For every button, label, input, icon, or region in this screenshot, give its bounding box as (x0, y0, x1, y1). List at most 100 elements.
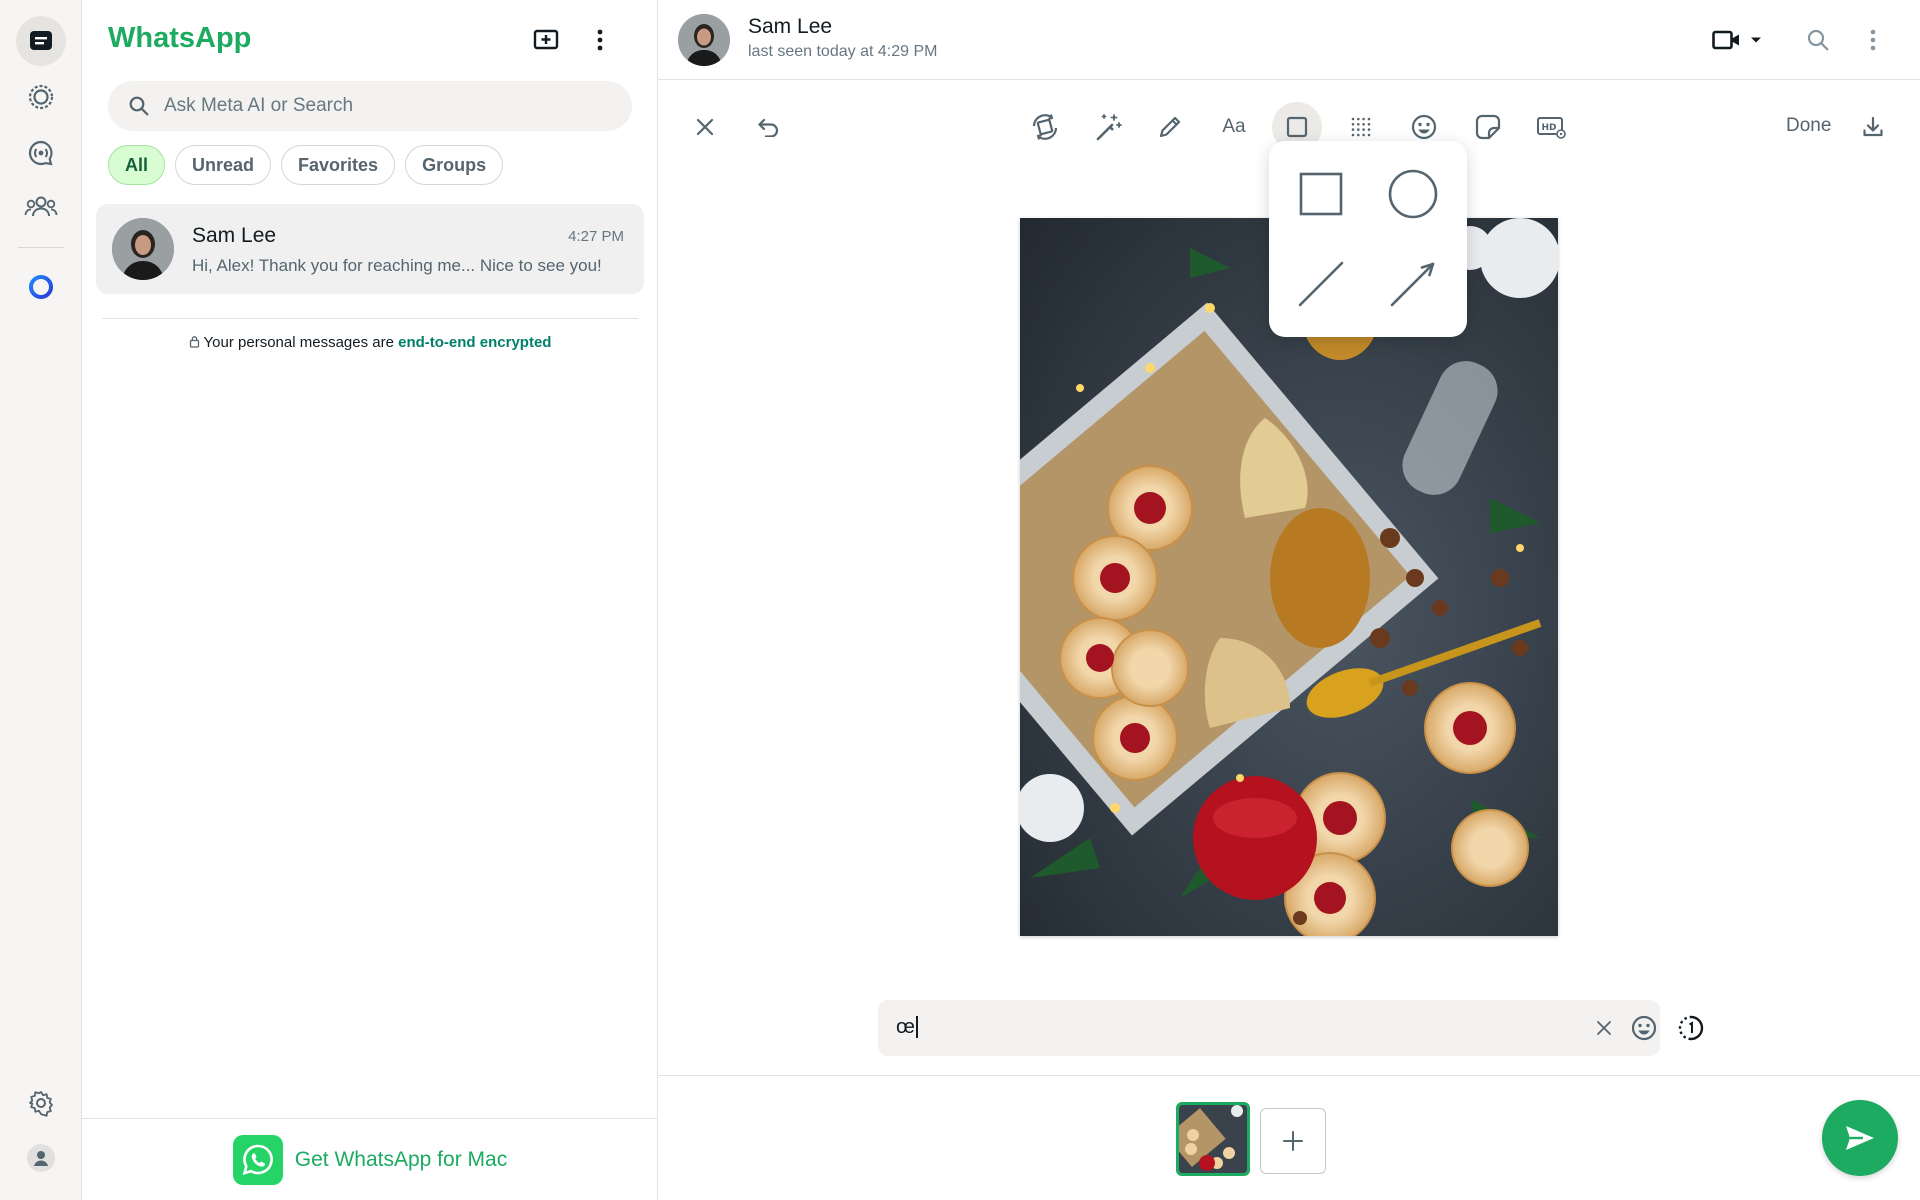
header-avatar-image (678, 14, 730, 66)
get-mac-app-label: Get WhatsApp for Mac (294, 1147, 508, 1171)
text-tool-icon: Aa (1222, 116, 1246, 137)
search-bar[interactable] (108, 81, 632, 131)
video-call-button[interactable] (1702, 18, 1772, 62)
filter-chips: All Unread Favorites Groups (108, 145, 504, 185)
view-once-icon (1678, 1015, 1704, 1041)
more-vertical-icon (597, 29, 603, 51)
pencil-icon (1159, 116, 1181, 138)
done-button[interactable]: Done (1786, 115, 1831, 137)
magic-wand-tool[interactable] (1082, 102, 1132, 152)
caption-text: œ (896, 1016, 918, 1038)
conversation-pane: Sam Lee last seen today at 4:29 PM Aa HD… (658, 0, 1920, 1200)
caption-input[interactable]: œ (878, 1000, 1660, 1056)
rail-meta-ai-button[interactable] (16, 262, 66, 312)
media-editor: Aa HD Done œ (658, 81, 1920, 1075)
header-avatar[interactable] (678, 14, 730, 66)
selected-media-thumbnail[interactable] (1176, 1102, 1250, 1176)
undo-button[interactable] (744, 102, 794, 152)
sticker-icon (1475, 114, 1501, 140)
shape-picker-popover (1269, 141, 1467, 337)
rail-settings-button[interactable] (16, 1078, 66, 1128)
gear-icon (29, 1091, 53, 1117)
avatar (112, 218, 174, 280)
encryption-link[interactable]: end-to-end encrypted (398, 334, 551, 351)
text-tool[interactable]: Aa (1209, 102, 1259, 152)
new-chat-button[interactable] (524, 18, 568, 62)
line-icon (1298, 261, 1344, 307)
chat-list-item[interactable]: Sam Lee 4:27 PM Hi, Alex! Thank you for … (96, 204, 644, 294)
communities-icon (24, 196, 58, 217)
channels-icon (28, 140, 53, 166)
emoji-icon (1631, 1015, 1657, 1041)
shape-square-option[interactable] (1286, 159, 1356, 229)
meta-ai-icon (29, 275, 53, 299)
draw-tool[interactable] (1145, 102, 1195, 152)
filter-chip-groups[interactable]: Groups (405, 145, 504, 185)
caption-emoji-button[interactable] (1622, 1006, 1666, 1050)
svg-text:HD: HD (1542, 123, 1557, 133)
undo-icon (758, 118, 779, 137)
send-icon (1846, 1126, 1874, 1150)
rail-chats-button[interactable] (16, 16, 66, 66)
send-button[interactable] (1822, 1100, 1898, 1176)
chat-name: Sam Lee (192, 224, 277, 247)
lock-icon (189, 336, 199, 348)
crop-rotate-icon (1032, 114, 1058, 140)
view-once-button[interactable] (1669, 1006, 1713, 1050)
filter-chip-unread[interactable]: Unread (175, 145, 272, 185)
close-icon (1597, 1021, 1611, 1035)
shape-line-option[interactable] (1286, 249, 1356, 319)
shape-arrow-option[interactable] (1378, 249, 1448, 319)
chat-list-panel: WhatsApp All Unread Favorites Groups Sam… (82, 0, 658, 1200)
chevron-down-icon (1751, 37, 1761, 43)
rail-communities-button[interactable] (16, 182, 66, 232)
sticker-tool[interactable] (1463, 102, 1513, 152)
list-menu-button[interactable] (578, 18, 622, 62)
header-menu-button[interactable] (1851, 18, 1895, 62)
header-last-seen: last seen today at 4:29 PM (748, 43, 938, 60)
filter-chip-all[interactable]: All (108, 145, 166, 185)
more-vertical-icon (1870, 29, 1876, 51)
rail-separator (18, 247, 64, 248)
rail-channels-button[interactable] (16, 128, 66, 178)
get-mac-app-banner[interactable]: Get WhatsApp for Mac (82, 1118, 658, 1200)
profile-icon (27, 1144, 55, 1172)
square-outline-icon (1299, 172, 1343, 216)
header-search-button[interactable] (1796, 18, 1840, 62)
video-camera-icon (1712, 30, 1739, 50)
chat-header: Sam Lee last seen today at 4:29 PM (658, 0, 1920, 80)
close-editor-button[interactable] (680, 102, 730, 152)
encryption-text: Your personal messages are (203, 334, 399, 351)
search-input[interactable] (164, 95, 584, 117)
filter-chip-favorites[interactable]: Favorites (281, 145, 396, 185)
clear-caption-button[interactable] (1582, 1006, 1626, 1050)
plus-icon (1283, 1131, 1303, 1151)
magic-wand-icon (1096, 114, 1122, 141)
download-icon (1863, 116, 1883, 137)
rail-profile-button[interactable] (16, 1133, 66, 1183)
list-divider (102, 318, 638, 319)
crop-rotate-tool[interactable] (1020, 102, 1070, 152)
header-contact-name[interactable]: Sam Lee (748, 15, 832, 39)
rail-status-button[interactable] (16, 72, 66, 122)
search-icon (129, 96, 149, 116)
new-chat-icon (533, 29, 559, 50)
square-shape-icon (1286, 116, 1308, 138)
close-icon (696, 118, 714, 136)
app-title: WhatsApp (108, 22, 252, 54)
avatar-image (112, 218, 174, 280)
arrow-icon (1390, 262, 1435, 307)
whatsapp-logo-icon (232, 1134, 283, 1185)
download-button[interactable] (1848, 102, 1898, 152)
hd-quality-tool[interactable]: HD (1526, 102, 1576, 152)
search-icon (1807, 29, 1829, 51)
shape-circle-option[interactable] (1378, 159, 1448, 229)
navigation-rail (0, 0, 82, 1200)
add-media-button[interactable] (1260, 1108, 1326, 1174)
encryption-notice: Your personal messages are end-to-end en… (82, 334, 658, 351)
hd-icon: HD (1537, 117, 1566, 139)
status-icon (28, 84, 54, 110)
chat-preview: Hi, Alex! Thank you for reaching me... N… (192, 256, 602, 275)
thumbnail-image (1179, 1105, 1247, 1173)
media-tray (658, 1075, 1920, 1200)
